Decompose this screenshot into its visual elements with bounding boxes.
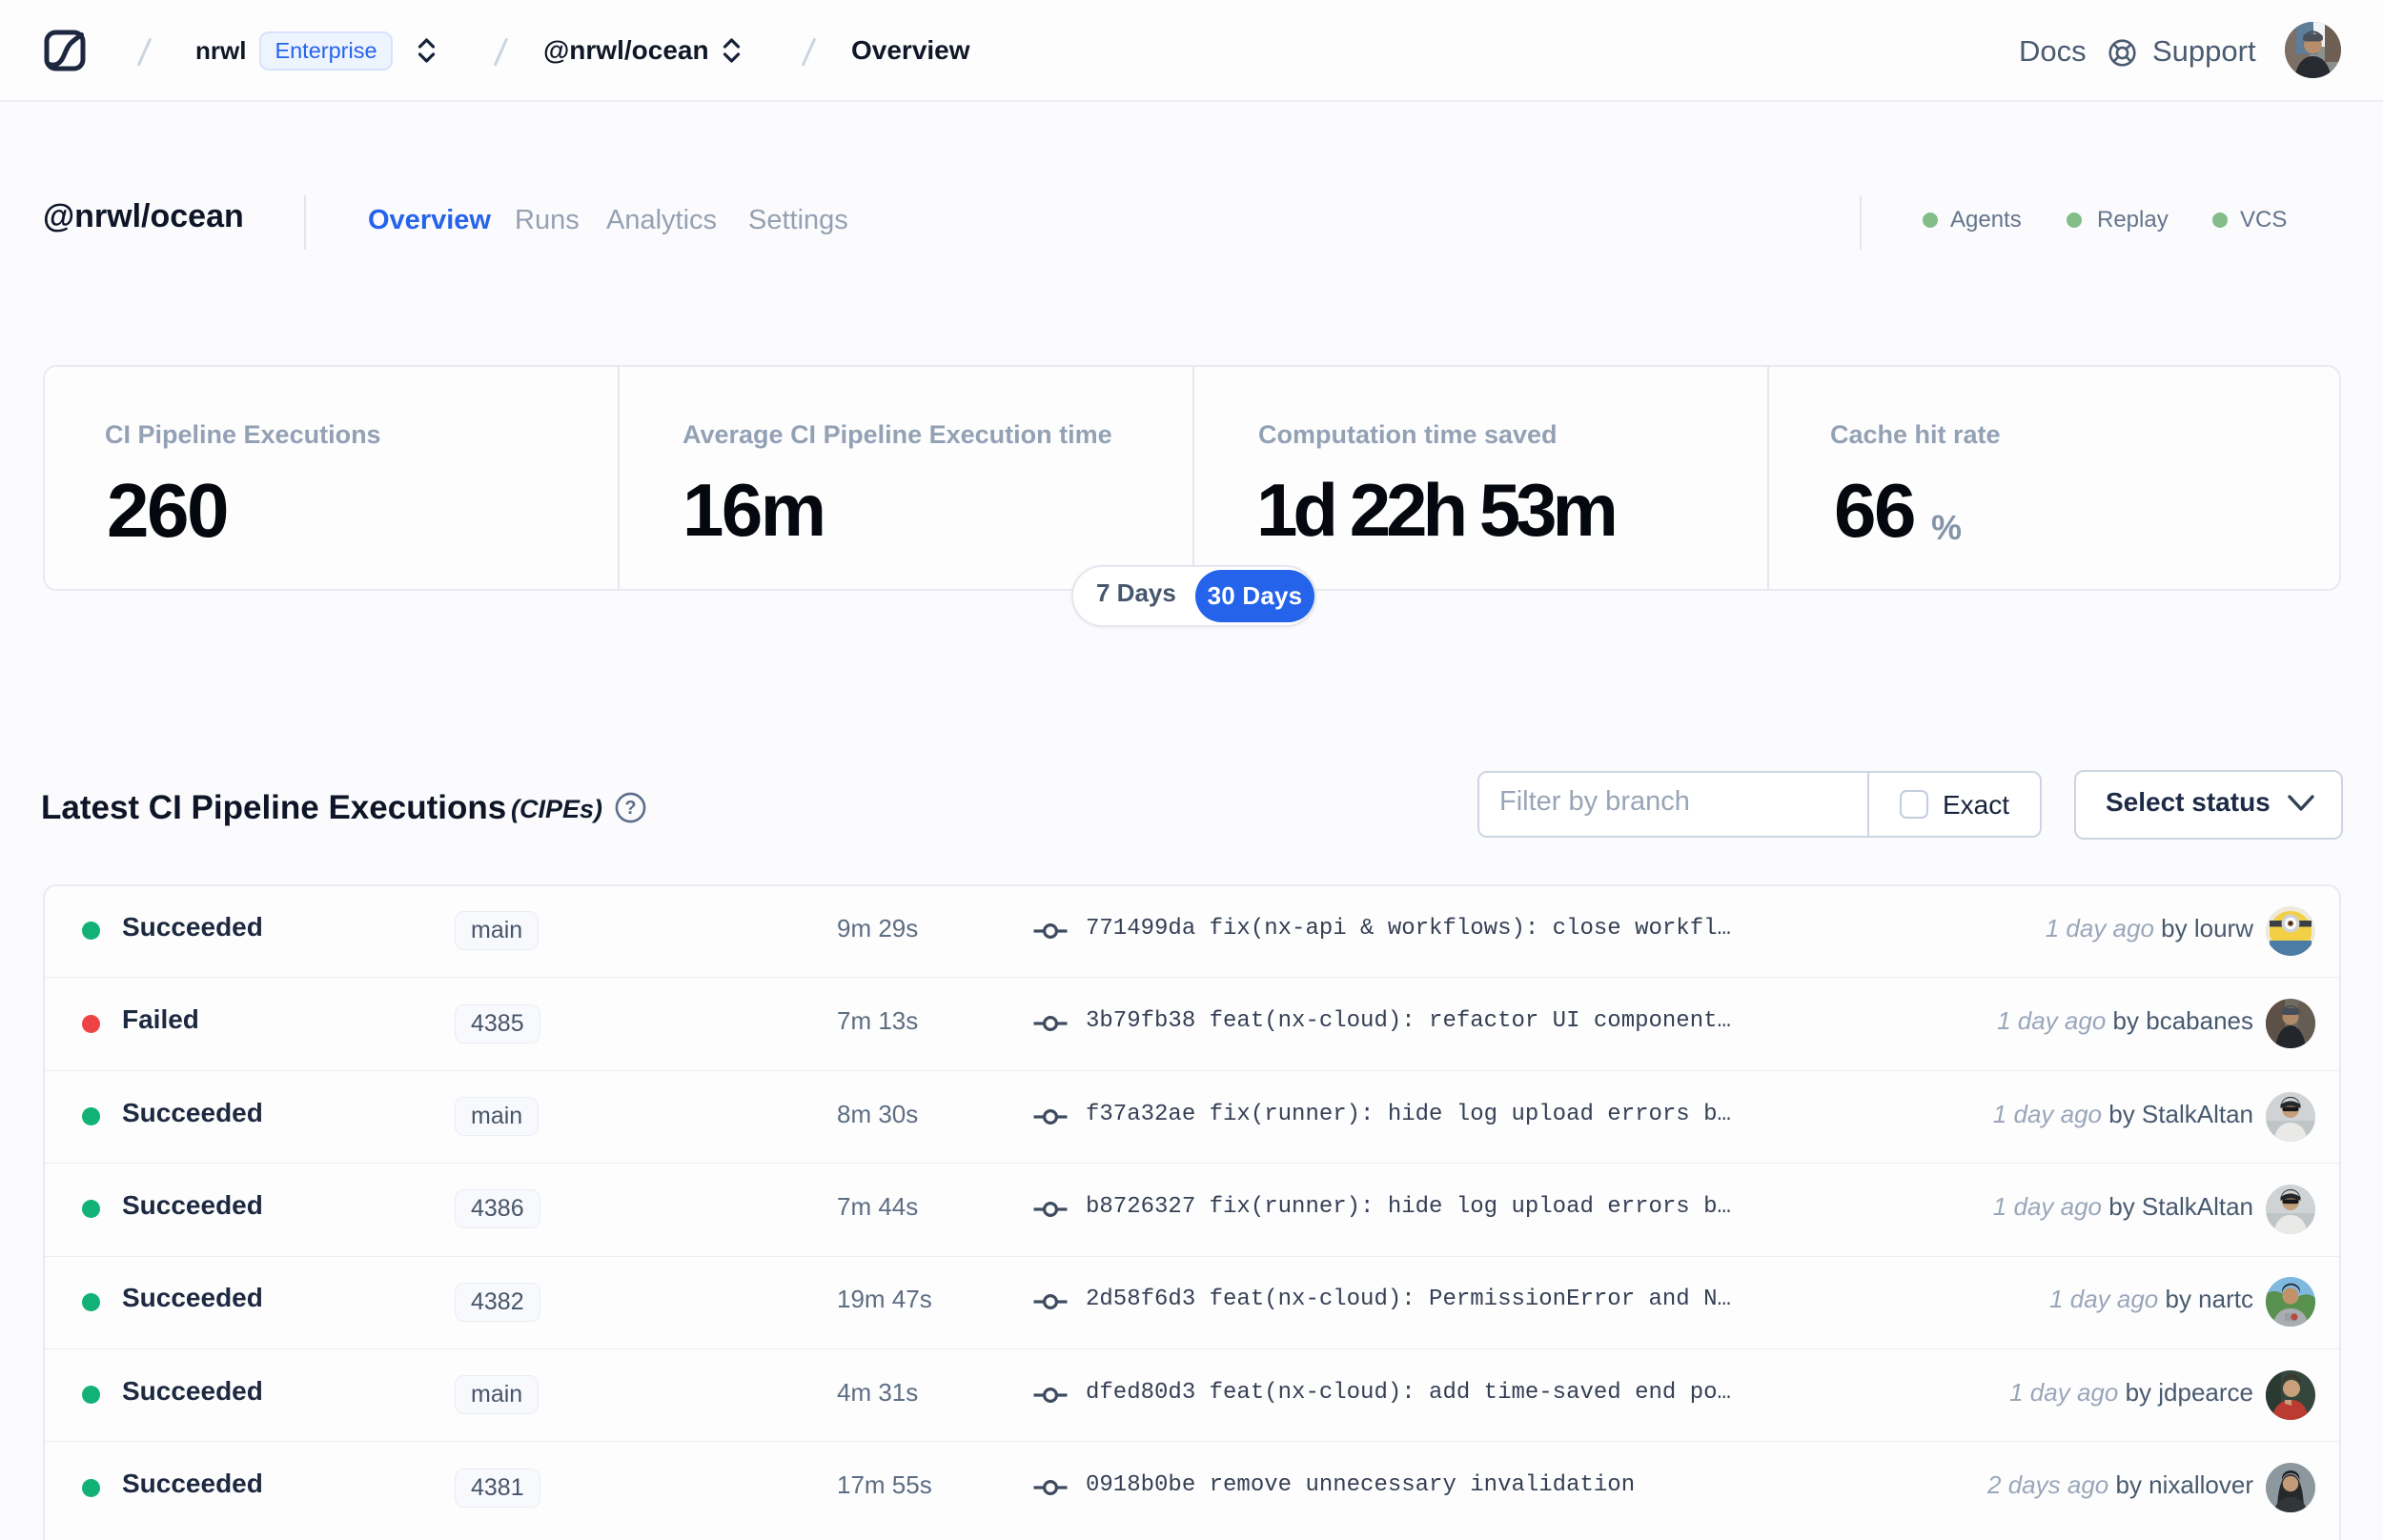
svg-text:?: ? <box>624 798 636 819</box>
